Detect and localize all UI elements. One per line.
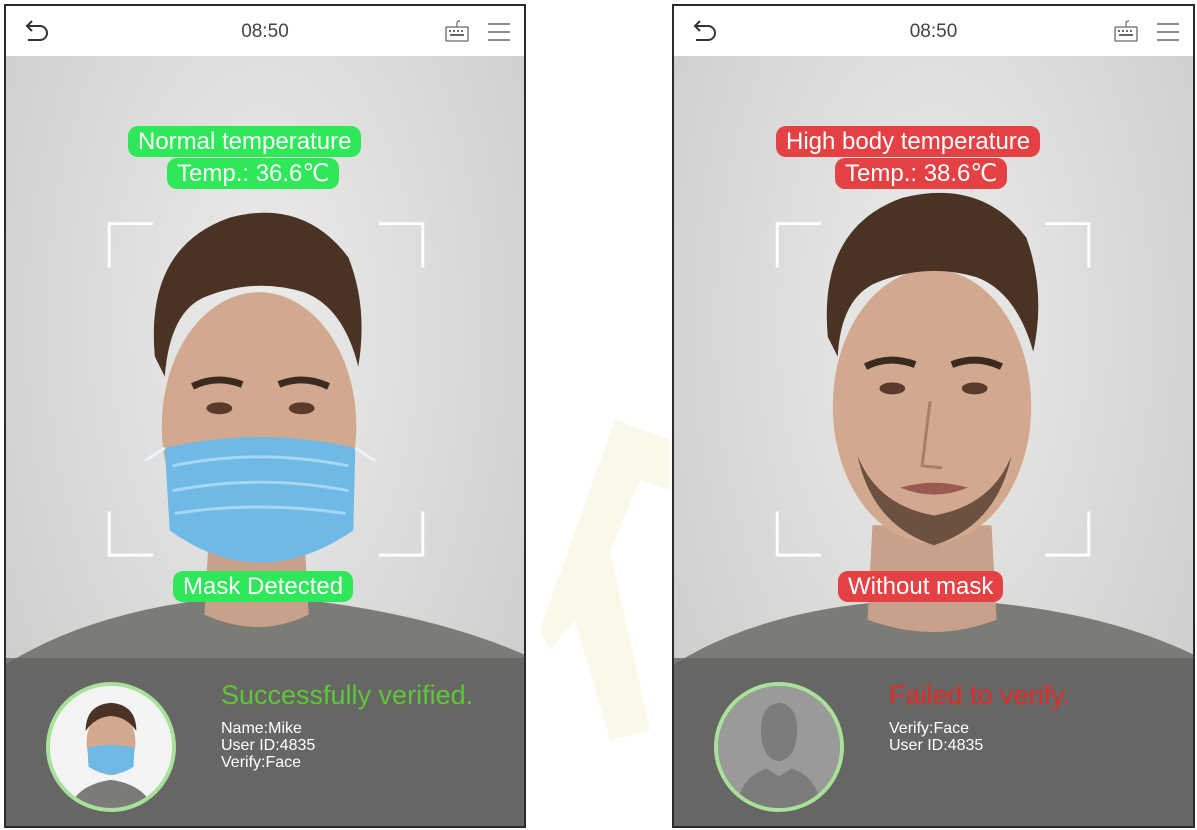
verification-result: Successfully verified.	[221, 680, 474, 710]
temperature-status-label: High body temperature	[776, 126, 1041, 157]
user-avatar	[714, 682, 844, 812]
user-id: User ID:4835	[889, 737, 984, 754]
verification-panel: Successfully verified. Name:Mike User ID…	[6, 658, 524, 826]
user-info: Name:Mike User ID:4835 Verify:Face	[221, 720, 315, 771]
keyboard-icon[interactable]	[1113, 19, 1139, 43]
temperature-reading: Temp.: 38.6℃	[835, 158, 1008, 189]
keyboard-icon[interactable]	[444, 19, 470, 43]
default-user-silhouette-icon	[718, 686, 840, 808]
mask-status-label: Without mask	[838, 571, 1004, 602]
user-name: Name:Mike	[221, 720, 302, 737]
user-id: User ID:4835	[221, 737, 316, 754]
camera-view: Normal temperature Temp.: 36.6℃ Mask Det…	[6, 56, 524, 826]
user-avatar	[46, 682, 176, 812]
menu-icon[interactable]	[1155, 20, 1181, 44]
menu-icon[interactable]	[486, 20, 512, 44]
device-screen-success: 08:50 Normal temperature Temp.: 36.6℃ Ma…	[4, 4, 526, 828]
temperature-status-label: Normal temperature	[128, 126, 362, 157]
verification-panel: Failed to verify. Verify:Face User ID:48…	[674, 658, 1193, 826]
camera-view: High body temperature Temp.: 38.6℃ Witho…	[674, 56, 1193, 826]
temperature-reading: Temp.: 36.6℃	[167, 158, 340, 189]
watermark-arrow	[540, 420, 670, 740]
verification-result: Failed to verify.	[889, 680, 1071, 710]
verify-method: Verify:Face	[221, 754, 302, 771]
top-bar: 08:50	[674, 6, 1193, 56]
user-photo-masked	[50, 686, 172, 808]
top-bar: 08:50	[6, 6, 524, 56]
user-info: Verify:Face User ID:4835	[889, 720, 983, 754]
comparison-figure: 08:50 Normal temperature Temp.: 36.6℃ Ma…	[0, 0, 1197, 830]
mask-status-label: Mask Detected	[173, 571, 354, 602]
device-screen-failed: 08:50 High body temperature Temp.: 38.6℃…	[672, 4, 1195, 828]
verify-method: Verify:Face	[889, 720, 970, 737]
